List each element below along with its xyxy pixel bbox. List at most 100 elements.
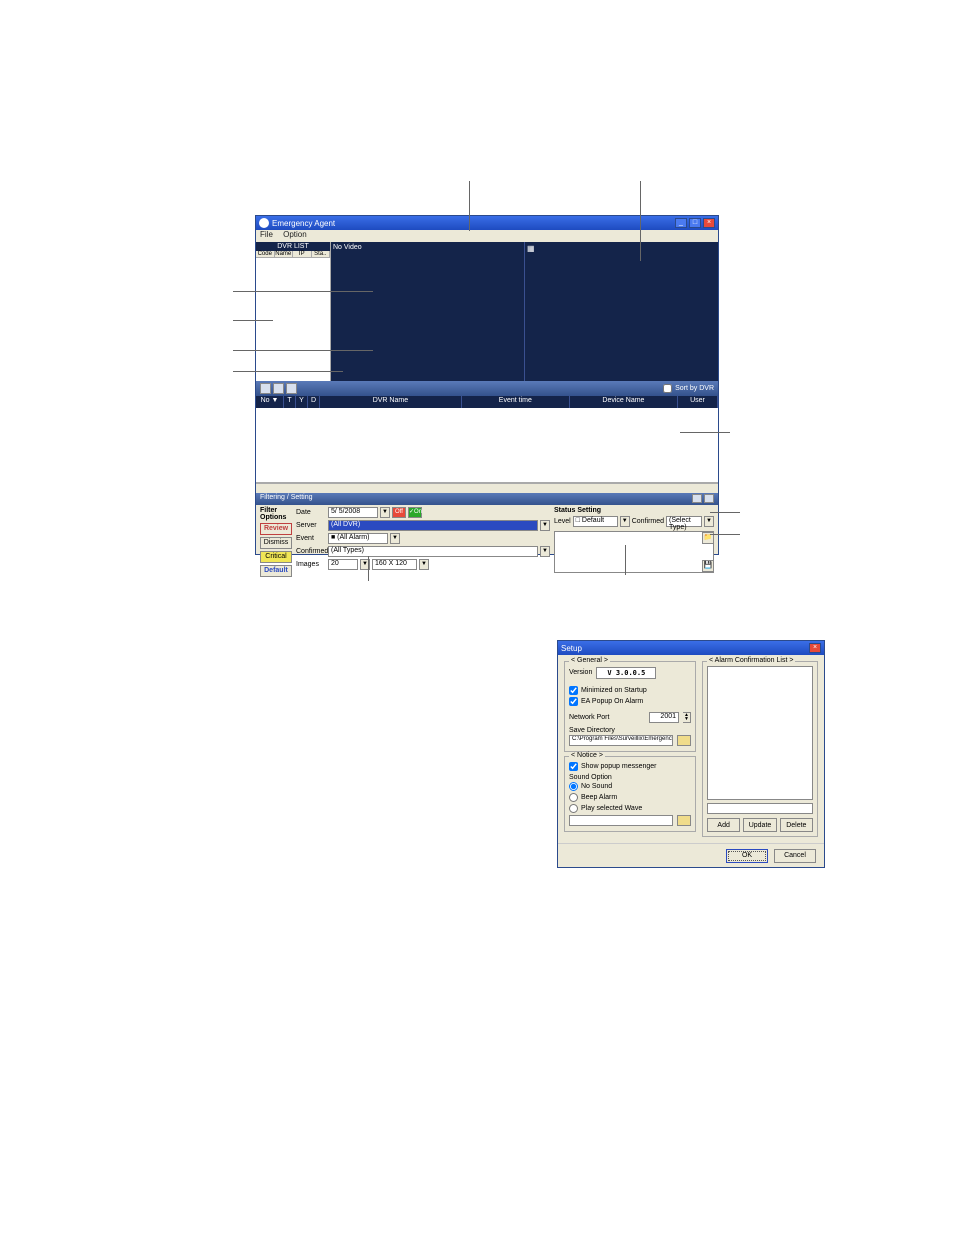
dvr-columns: Code Name IP Sta.. [256, 251, 330, 258]
show-popup-label: Show popup messenger [581, 763, 657, 770]
col-event-time[interactable]: Event time [462, 396, 570, 408]
level-select[interactable]: □ Default [573, 516, 618, 527]
date-input[interactable]: 5/ 5/2008 [328, 507, 378, 518]
status-setting-label: Status Setting [554, 507, 714, 514]
version-label: Version [569, 669, 592, 676]
memo-textarea[interactable]: 📁 💾 [554, 531, 714, 573]
filter-expand-button[interactable] [704, 494, 714, 503]
setup-footer: OK Cancel [558, 843, 824, 867]
confirmed-select[interactable]: (All Types) [328, 546, 538, 557]
wave-browse-button[interactable] [677, 815, 691, 826]
event-scrollbar[interactable] [256, 483, 718, 493]
general-legend: < General > [569, 657, 610, 664]
toolbar-pause-icon[interactable] [260, 383, 271, 394]
add-button[interactable]: Add [707, 818, 740, 832]
alarm-confirmation-list[interactable] [707, 666, 813, 800]
filter-collapse-button[interactable] [692, 494, 702, 503]
menu-option[interactable]: Option [283, 230, 307, 239]
server-label: Server [296, 522, 326, 529]
filter-options-label: Filter Options [260, 507, 292, 521]
server-select[interactable]: (All DVR) [328, 520, 538, 531]
level-dropdown-icon[interactable]: ▼ [620, 516, 630, 527]
ea-popup-checkbox[interactable] [569, 697, 578, 706]
review-button[interactable]: Review [260, 523, 292, 535]
alarm-text-input[interactable] [707, 803, 813, 814]
minimize-button[interactable]: _ [675, 218, 687, 228]
server-dropdown-icon[interactable]: ▼ [540, 520, 550, 531]
play-wave-label: Play selected Wave [581, 805, 642, 812]
video-display-1[interactable]: No Video [331, 242, 525, 381]
date-off-button[interactable]: Off [392, 507, 406, 518]
images-label: Images [296, 561, 326, 568]
browse-button[interactable] [677, 735, 691, 746]
dvr-list-panel: DVR LIST Code Name IP Sta.. [256, 242, 331, 381]
col-y[interactable]: Y [296, 396, 308, 408]
event-select[interactable]: ■ (All Alarm) [328, 533, 388, 544]
toolbar-play-icon[interactable] [273, 383, 284, 394]
default-button[interactable]: Default [260, 565, 292, 577]
video-display-2[interactable]: ▦ [525, 242, 718, 381]
callout-line [233, 320, 273, 321]
emergency-agent-window: Emergency Agent _ □ × File Option DVR LI… [255, 215, 719, 555]
status-confirmed-dropdown-icon[interactable]: ▼ [704, 516, 714, 527]
beep-label: Beep Alarm [581, 794, 617, 801]
callout-line [233, 371, 343, 372]
col-code[interactable]: Code [256, 251, 275, 257]
sort-by-dvr-checkbox[interactable] [663, 384, 672, 393]
filter-body: Filter Options Review Dismiss Critical D… [256, 505, 718, 575]
show-popup-checkbox[interactable] [569, 762, 578, 771]
images-size-dropdown-icon[interactable]: ▼ [419, 559, 429, 570]
toolbar-refresh-icon[interactable] [286, 383, 297, 394]
port-input[interactable]: 2001 [649, 712, 679, 723]
play-wave-radio[interactable] [569, 804, 578, 813]
col-ip[interactable]: IP [293, 251, 312, 257]
event-dropdown-icon[interactable]: ▼ [390, 533, 400, 544]
callout-line [233, 350, 373, 351]
col-user[interactable]: User [678, 396, 718, 408]
confirmed-label: Confirmed [296, 548, 326, 555]
cancel-button[interactable]: Cancel [774, 849, 816, 863]
wave-file-input[interactable] [569, 815, 673, 826]
event-list-area[interactable] [256, 408, 718, 483]
filter-title-label: Filtering / Setting [260, 494, 313, 504]
maximize-button[interactable]: □ [689, 218, 701, 228]
delete-button[interactable]: Delete [780, 818, 813, 832]
no-sound-radio[interactable] [569, 782, 578, 791]
callout-line [680, 432, 730, 433]
col-dvr-name[interactable]: DVR Name [320, 396, 462, 408]
menu-file[interactable]: File [260, 230, 273, 239]
critical-button[interactable]: Critical [260, 551, 292, 563]
confirmed-dropdown-icon[interactable]: ▼ [540, 546, 550, 557]
col-name[interactable]: Name [275, 251, 294, 257]
col-t[interactable]: T [284, 396, 296, 408]
images-count-select[interactable]: 20 [328, 559, 358, 570]
save-dir-input[interactable]: C:\Program Files\Surveillix\Emergency Ag… [569, 735, 673, 746]
close-button[interactable]: × [703, 218, 715, 228]
dvr-list-header: DVR LIST [256, 242, 330, 251]
sort-by-dvr-label: Sort by DVR [675, 385, 714, 392]
notice-fieldset: < Notice > Show popup messenger Sound Op… [564, 756, 696, 832]
setup-close-button[interactable]: × [809, 643, 821, 653]
status-confirmed-select[interactable]: (Select Type) [666, 516, 702, 527]
setup-title-bar[interactable]: Setup × [558, 641, 824, 655]
setup-title: Setup [561, 644, 582, 653]
setup-dialog: Setup × < General > Version V 3.0.0.5 Mi… [557, 640, 825, 868]
port-spinner-icon[interactable]: ▲▼ [683, 712, 691, 723]
update-button[interactable]: Update [743, 818, 776, 832]
ok-button[interactable]: OK [726, 849, 768, 863]
ea-popup-label: EA Popup On Alarm [581, 698, 643, 705]
memo-save-button[interactable]: 💾 [702, 560, 714, 572]
title-bar[interactable]: Emergency Agent _ □ × [256, 216, 718, 230]
beep-radio[interactable] [569, 793, 578, 802]
date-on-button[interactable]: ✓On [408, 507, 422, 518]
date-dropdown-icon[interactable]: ▼ [380, 507, 390, 518]
video-grid-icon: ▦ [527, 244, 535, 253]
col-device-name[interactable]: Device Name [570, 396, 678, 408]
col-d[interactable]: D [308, 396, 320, 408]
images-size-select[interactable]: 160 X 120 [372, 559, 417, 570]
col-status[interactable]: Sta.. [312, 251, 331, 257]
col-no[interactable]: No ▼ [256, 396, 284, 408]
minimized-checkbox[interactable] [569, 686, 578, 695]
dismiss-button[interactable]: Dismiss [260, 537, 292, 549]
filter-panel-title: Filtering / Setting [256, 493, 718, 505]
